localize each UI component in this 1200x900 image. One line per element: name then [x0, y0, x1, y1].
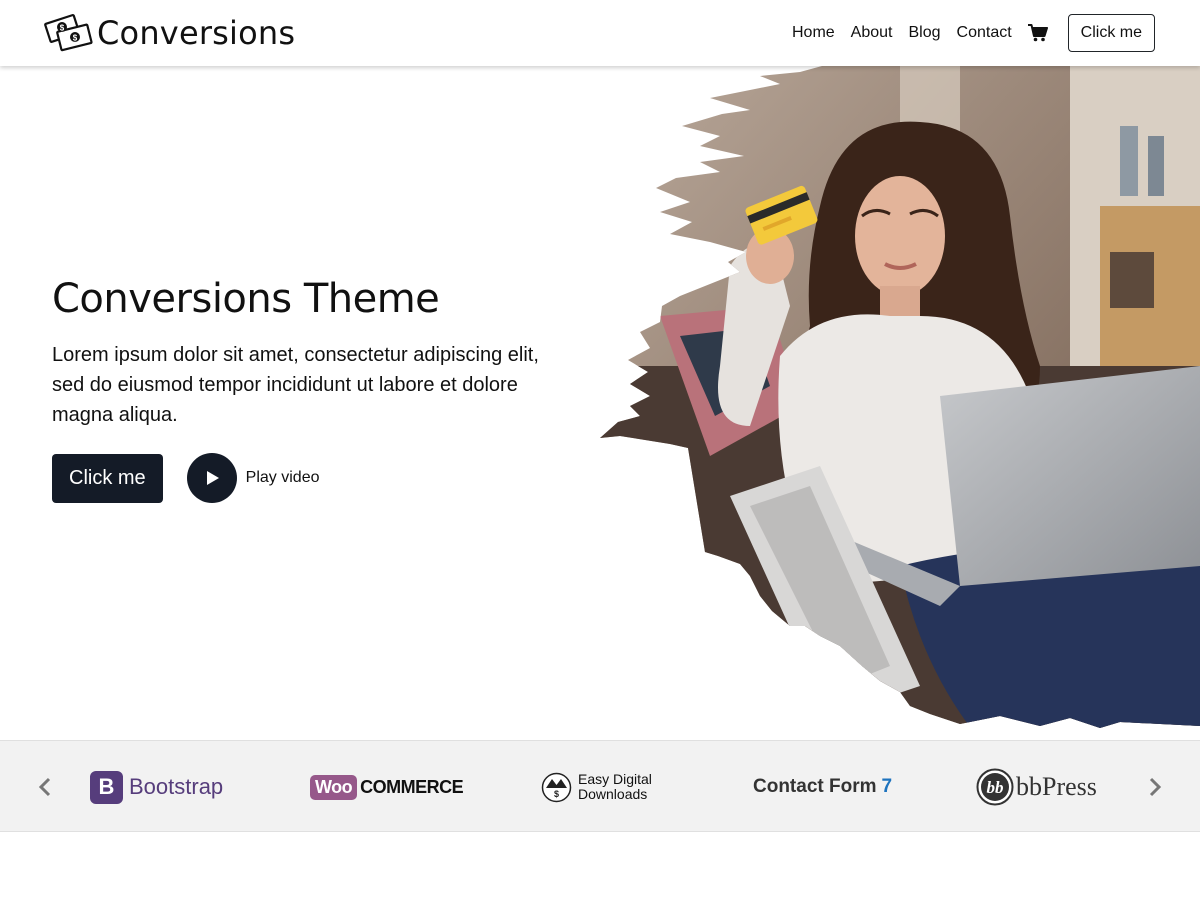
nav-home[interactable]: Home: [792, 24, 835, 42]
carousel-prev-button[interactable]: [33, 771, 57, 803]
brand[interactable]: $ $ Conversions: [44, 12, 295, 54]
play-video-link[interactable]: Play video: [186, 453, 320, 503]
play-video-label: Play video: [245, 469, 320, 486]
hero-title: Conversions Theme: [52, 276, 440, 322]
svg-text:$: $: [554, 789, 559, 799]
play-button[interactable]: [186, 453, 237, 503]
nav-contact[interactable]: Contact: [957, 24, 1012, 42]
hero-photo: [600, 66, 1200, 728]
nav-about[interactable]: About: [851, 24, 893, 42]
chevron-right-icon: [1149, 777, 1162, 797]
edd-label: Easy Digital Downloads: [578, 772, 652, 802]
contact-form-7-logo: Contact Form 7: [753, 763, 892, 811]
hero-lead: Lorem ipsum dolor sit amet, consectetur …: [52, 344, 539, 426]
contact-form-label: Contact Form: [753, 776, 877, 797]
contact-form-number: 7: [881, 776, 893, 797]
site-header: $ $ Conversions Home About Blog Contact …: [0, 0, 1200, 66]
svg-text:bb: bb: [987, 778, 1004, 797]
cart-icon[interactable]: [1027, 24, 1048, 42]
hero-click-me-button[interactable]: Click me: [52, 453, 163, 503]
edd-label-line1: Easy Digital: [578, 771, 652, 787]
play-icon: [206, 471, 219, 485]
bbpress-icon: bb: [976, 768, 1014, 806]
carousel-next-button[interactable]: [1143, 771, 1167, 803]
woocommerce-logo: Woo COMMERCE: [310, 763, 464, 811]
header-click-me-button[interactable]: Click me: [1067, 14, 1155, 52]
bootstrap-label: Bootstrap: [129, 774, 224, 799]
partner-logos-carousel: B Bootstrap Woo COMMERCE $ Easy Digital …: [0, 740, 1200, 832]
woo-badge: Woo: [310, 774, 358, 800]
bootstrap-logo: B Bootstrap: [90, 763, 223, 811]
svg-text:$: $: [60, 24, 65, 33]
nav-blog[interactable]: Blog: [908, 24, 940, 42]
bbpress-label: bbPress: [1016, 772, 1097, 801]
chevron-left-icon: [38, 777, 51, 797]
edd-logo: $ Easy Digital Downloads: [541, 763, 652, 811]
edd-label-line2: Downloads: [578, 786, 648, 802]
money-logo-icon: $ $: [44, 13, 93, 52]
svg-text:$: $: [73, 34, 78, 43]
bootstrap-badge: B: [90, 770, 123, 804]
woo-label: COMMERCE: [360, 776, 464, 797]
main-nav: Home About Blog Contact Click me: [792, 14, 1155, 52]
hero-actions: Click me Play video: [52, 453, 320, 503]
edd-icon: $: [541, 772, 572, 802]
brand-name: Conversions: [97, 14, 296, 52]
bbpress-logo: bb bbPress: [976, 763, 1097, 811]
